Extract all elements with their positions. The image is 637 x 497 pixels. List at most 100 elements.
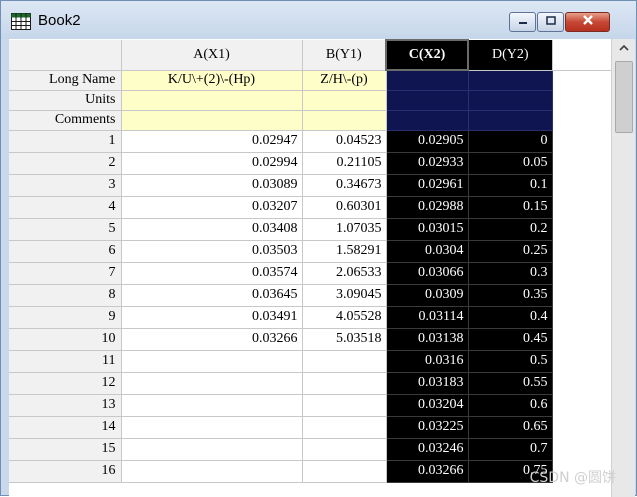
col-header-b[interactable]: B(Y1)	[302, 40, 387, 71]
cell-c[interactable]: 0.03266	[386, 460, 469, 483]
row-number[interactable]: 11	[9, 350, 122, 373]
cell-a[interactable]	[121, 394, 303, 417]
row-number[interactable]: 3	[9, 174, 122, 197]
cell-d[interactable]: 0	[468, 130, 553, 153]
long-name-a[interactable]: K/U\+(2)\-(Hp)	[121, 70, 303, 91]
title-bar[interactable]: Book2	[1, 1, 636, 39]
cell-a[interactable]: 0.02947	[121, 130, 303, 153]
cell-b[interactable]: 5.03518	[302, 328, 387, 351]
cell-a[interactable]	[121, 438, 303, 461]
col-header-d[interactable]: D(Y2)	[468, 40, 553, 71]
units-a[interactable]	[121, 90, 303, 111]
cell-a[interactable]	[121, 350, 303, 373]
cell-a[interactable]: 0.03408	[121, 218, 303, 241]
comments-d[interactable]	[468, 110, 553, 131]
cell-a[interactable]: 0.03089	[121, 174, 303, 197]
cell-b[interactable]: 0.04523	[302, 130, 387, 153]
cell-d[interactable]: 0.35	[468, 284, 553, 307]
comments-c[interactable]	[386, 110, 469, 131]
row-label-long-name[interactable]: Long Name	[9, 70, 122, 91]
units-b[interactable]	[302, 90, 387, 111]
row-label-comments[interactable]: Comments	[9, 110, 122, 131]
cell-d[interactable]: 0.25	[468, 240, 553, 263]
cell-d[interactable]: 0.7	[468, 438, 553, 461]
row-number[interactable]: 12	[9, 372, 122, 395]
row-number[interactable]: 7	[9, 262, 122, 285]
cell-c[interactable]: 0.03015	[386, 218, 469, 241]
row-number[interactable]: 10	[9, 328, 122, 351]
corner-cell[interactable]	[9, 40, 122, 71]
cell-b[interactable]	[302, 460, 387, 483]
cell-d[interactable]: 0.4	[468, 306, 553, 329]
cell-b[interactable]: 3.09045	[302, 284, 387, 307]
row-number[interactable]: 16	[9, 460, 122, 483]
cell-d[interactable]: 0.2	[468, 218, 553, 241]
cell-d[interactable]: 0.45	[468, 328, 553, 351]
vertical-scrollbar[interactable]	[611, 39, 635, 497]
scrollbar-thumb[interactable]	[615, 61, 633, 133]
cell-c[interactable]: 0.03225	[386, 416, 469, 439]
cell-d[interactable]: 0.65	[468, 416, 553, 439]
col-header-c[interactable]: C(X2)	[385, 39, 469, 71]
scroll-up-arrow-icon[interactable]	[612, 39, 635, 57]
cell-b[interactable]: 0.34673	[302, 174, 387, 197]
cell-b[interactable]	[302, 438, 387, 461]
comments-a[interactable]	[121, 110, 303, 131]
long-name-b[interactable]: Z/H\-(p)	[302, 70, 387, 91]
cell-b[interactable]	[302, 394, 387, 417]
cell-d[interactable]: 0.6	[468, 394, 553, 417]
units-c[interactable]	[386, 90, 469, 111]
maximize-button[interactable]	[537, 12, 564, 32]
row-number[interactable]: 13	[9, 394, 122, 417]
cell-c[interactable]: 0.02905	[386, 130, 469, 153]
cell-c[interactable]: 0.03183	[386, 372, 469, 395]
cell-a[interactable]: 0.03645	[121, 284, 303, 307]
cell-c[interactable]: 0.0316	[386, 350, 469, 373]
cell-d[interactable]: 0.1	[468, 174, 553, 197]
cell-b[interactable]: 0.21105	[302, 152, 387, 175]
cell-b[interactable]: 1.58291	[302, 240, 387, 263]
cell-a[interactable]: 0.03207	[121, 196, 303, 219]
cell-a[interactable]	[121, 460, 303, 483]
cell-b[interactable]: 2.06533	[302, 262, 387, 285]
units-d[interactable]	[468, 90, 553, 111]
cell-b[interactable]: 0.60301	[302, 196, 387, 219]
cell-d[interactable]: 0.5	[468, 350, 553, 373]
row-number[interactable]: 6	[9, 240, 122, 263]
cell-c[interactable]: 0.03246	[386, 438, 469, 461]
cell-c[interactable]: 0.02961	[386, 174, 469, 197]
cell-a[interactable]: 0.03574	[121, 262, 303, 285]
cell-c[interactable]: 0.02988	[386, 196, 469, 219]
cell-c[interactable]: 0.03138	[386, 328, 469, 351]
row-number[interactable]: 2	[9, 152, 122, 175]
row-number[interactable]: 8	[9, 284, 122, 307]
row-number[interactable]: 1	[9, 130, 122, 153]
cell-c[interactable]: 0.03204	[386, 394, 469, 417]
cell-d[interactable]: 0.3	[468, 262, 553, 285]
row-number[interactable]: 14	[9, 416, 122, 439]
cell-b[interactable]: 1.07035	[302, 218, 387, 241]
cell-b[interactable]: 4.05528	[302, 306, 387, 329]
long-name-d[interactable]	[468, 70, 553, 91]
close-button[interactable]	[565, 12, 610, 32]
cell-c[interactable]: 0.03114	[386, 306, 469, 329]
cell-a[interactable]	[121, 416, 303, 439]
cell-b[interactable]	[302, 416, 387, 439]
cell-a[interactable]: 0.02994	[121, 152, 303, 175]
cell-b[interactable]	[302, 350, 387, 373]
cell-d[interactable]: 0.15	[468, 196, 553, 219]
cell-d[interactable]: 0.55	[468, 372, 553, 395]
minimize-button[interactable]	[509, 12, 536, 32]
col-header-a[interactable]: A(X1)	[121, 40, 303, 71]
cell-a[interactable]: 0.03491	[121, 306, 303, 329]
cell-c[interactable]: 0.0304	[386, 240, 469, 263]
row-label-units[interactable]: Units	[9, 90, 122, 111]
row-number[interactable]: 15	[9, 438, 122, 461]
cell-c[interactable]: 0.03066	[386, 262, 469, 285]
cell-c[interactable]: 0.02933	[386, 152, 469, 175]
cell-a[interactable]: 0.03503	[121, 240, 303, 263]
row-number[interactable]: 9	[9, 306, 122, 329]
cell-a[interactable]: 0.03266	[121, 328, 303, 351]
cell-b[interactable]	[302, 372, 387, 395]
row-number[interactable]: 4	[9, 196, 122, 219]
